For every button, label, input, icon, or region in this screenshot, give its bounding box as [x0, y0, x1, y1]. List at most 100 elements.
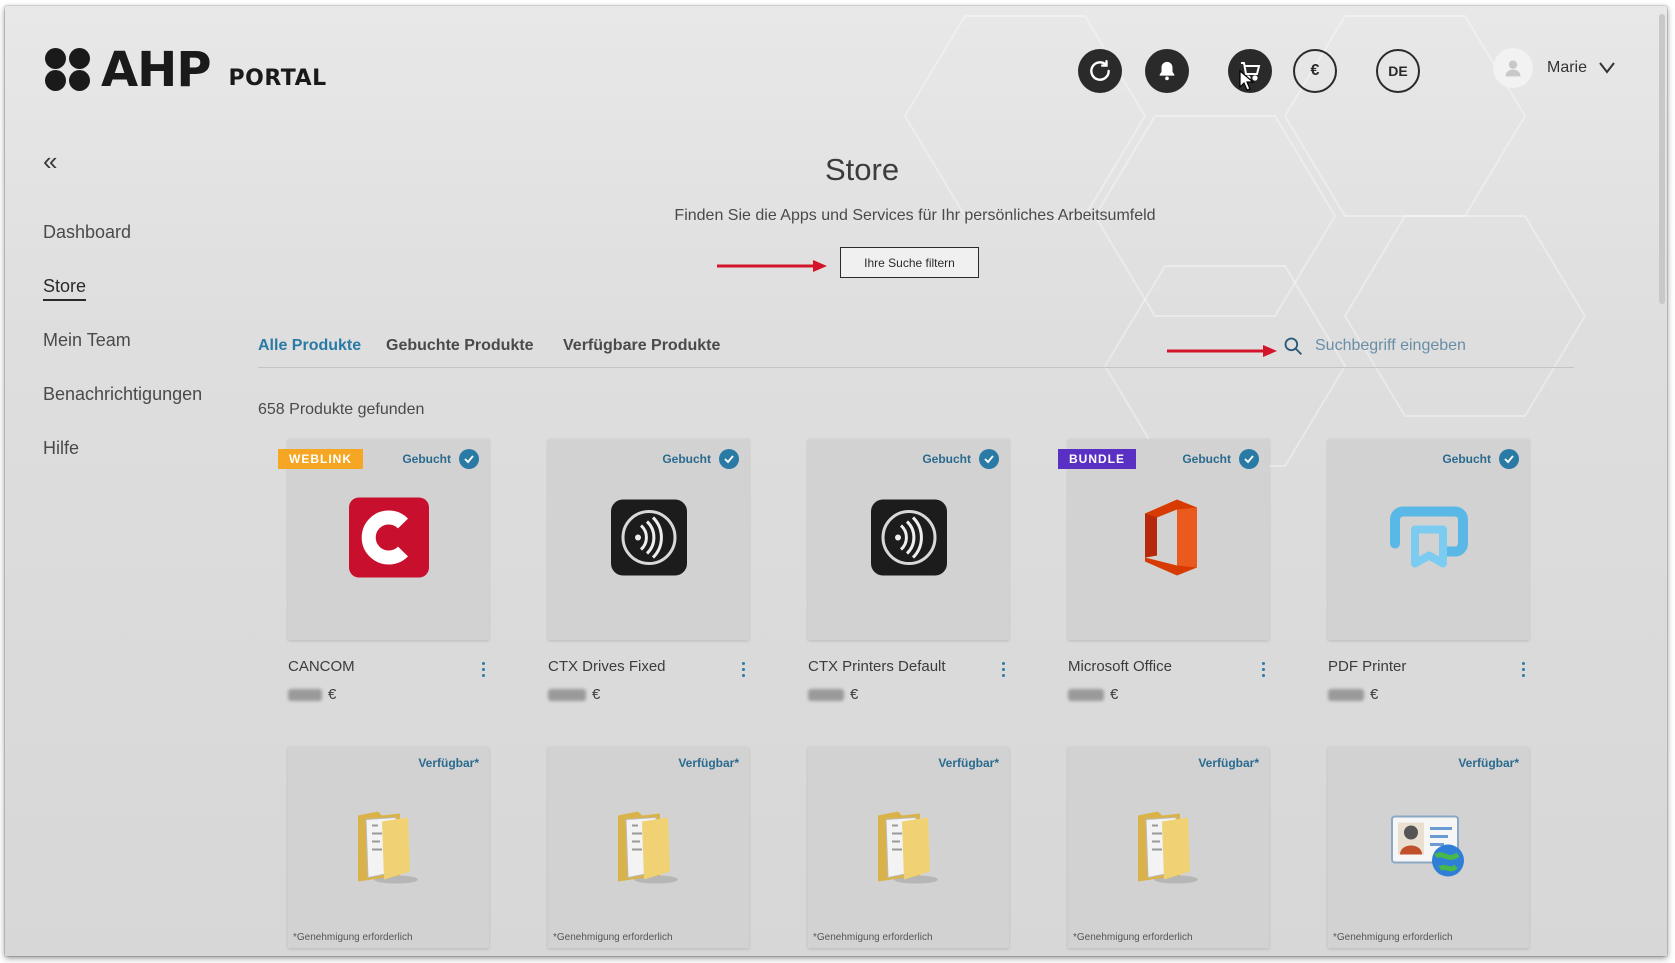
approval-note: *Genehmigung erforderlich — [1333, 932, 1453, 943]
product-options-button[interactable] — [473, 659, 493, 679]
product-card-ctx-printers-default[interactable]: Gebucht — [808, 439, 1009, 640]
check-icon — [979, 449, 999, 469]
product-card-microsoft-office[interactable]: BUNDLE Gebucht — [1058, 439, 1269, 640]
chevron-down-icon — [1599, 62, 1615, 74]
status-badge: Verfügbar* — [678, 756, 739, 770]
user-menu[interactable]: Marie — [1493, 48, 1615, 88]
product-card-available[interactable]: Verfügbar* *Genehmigung erforderlich — [808, 747, 1009, 948]
cancom-logo-icon — [348, 497, 429, 582]
microsoft-office-icon — [1137, 497, 1201, 582]
sidebar-item-benachrichtigungen[interactable]: Benachrichtigungen — [43, 384, 202, 405]
blurred-price — [288, 688, 322, 701]
double-chevron-left-icon: « — [43, 146, 58, 176]
check-icon — [1499, 449, 1519, 469]
tab-gebuchte-produkte[interactable]: Gebuchte Produkte — [386, 337, 534, 355]
sidebar-item-store[interactable]: Store — [43, 276, 87, 301]
product-price: € — [1328, 686, 1378, 703]
bundle-badge: BUNDLE — [1058, 449, 1136, 469]
product-card-ctx-drives-fixed[interactable]: Gebucht — [548, 439, 749, 640]
language-button[interactable]: DE — [1376, 49, 1420, 93]
search-icon — [1284, 337, 1302, 355]
contact-card-globe-icon — [1388, 810, 1470, 885]
status-badge: Verfügbar* — [938, 756, 999, 770]
currency-button[interactable]: € — [1293, 49, 1337, 93]
red-arrow-icon — [1167, 345, 1277, 357]
approval-note: *Genehmigung erforderlich — [813, 932, 933, 943]
product-options-button[interactable] — [1253, 659, 1273, 679]
sidebar-item-mein-team[interactable]: Mein Team — [43, 330, 131, 351]
price-currency: € — [592, 686, 601, 703]
folder-icon — [872, 805, 946, 890]
status-label: Gebucht — [402, 452, 451, 466]
price-currency: € — [1110, 686, 1119, 703]
page-subtitle: Finden Sie die Apps und Services für Ihr… — [674, 207, 1156, 224]
sidebar-item-dashboard[interactable]: Dashboard — [43, 222, 131, 243]
nfc-reader-icon — [870, 499, 947, 580]
status-label: Gebucht — [1182, 452, 1231, 466]
red-arrow-icon — [717, 260, 827, 272]
status-badge: Gebucht — [662, 449, 739, 469]
tab-verfuegbare-produkte[interactable]: Verfügbare Produkte — [563, 337, 720, 355]
logo-subtitle: PORTAL — [228, 66, 327, 91]
status-badge: Verfügbar* — [1458, 756, 1519, 770]
price-currency: € — [328, 686, 337, 703]
currency-label: € — [1310, 62, 1320, 79]
product-options-button[interactable] — [733, 659, 753, 679]
approval-note: *Genehmigung erforderlich — [1073, 932, 1193, 943]
user-icon — [1505, 60, 1521, 77]
product-card-cancom[interactable]: WEBLINK Gebucht — [278, 439, 489, 640]
folder-icon — [352, 805, 426, 890]
search-input[interactable]: Suchbegriff eingeben — [1283, 336, 1466, 356]
nfc-reader-icon — [610, 499, 687, 580]
check-icon — [719, 449, 739, 469]
product-options-button[interactable] — [993, 659, 1013, 679]
notifications-button[interactable] — [1145, 49, 1189, 93]
avatar — [1493, 48, 1533, 88]
price-currency: € — [1370, 686, 1379, 703]
tab-alle-produkte[interactable]: Alle Produkte — [258, 337, 361, 355]
mouse-cursor-icon — [1239, 70, 1255, 91]
status-badge: Gebucht — [922, 449, 999, 469]
product-card-available[interactable]: Verfügbar* *Genehmigung erforderlich — [288, 747, 489, 948]
status-label: Gebucht — [662, 452, 711, 466]
product-card-available[interactable]: Verfügbar* *Genehmigung erforderlich — [1328, 747, 1529, 948]
status-badge: Gebucht — [402, 449, 479, 469]
user-name: Marie — [1547, 59, 1588, 76]
folder-icon — [612, 805, 686, 890]
pdf-printer-icon — [1389, 499, 1469, 580]
blurred-price — [808, 688, 844, 701]
filter-search-button[interactable]: Ihre Suche filtern — [840, 247, 979, 278]
tabs-divider — [258, 367, 1574, 368]
page-title: Store — [825, 152, 900, 187]
check-icon — [1239, 449, 1259, 469]
language-label: DE — [1388, 63, 1408, 79]
status-badge: Gebucht — [1182, 449, 1259, 469]
approval-note: *Genehmigung erforderlich — [553, 932, 673, 943]
weblink-badge: WEBLINK — [278, 449, 363, 469]
refresh-button[interactable] — [1078, 49, 1122, 93]
refresh-icon — [1090, 60, 1110, 81]
product-card-available[interactable]: Verfügbar* *Genehmigung erforderlich — [1068, 747, 1269, 948]
product-name: Microsoft Office — [1068, 658, 1172, 675]
logo-dots-icon — [45, 48, 95, 92]
ahp-portal-logo[interactable]: AHP PORTAL — [45, 46, 327, 94]
status-label: Gebucht — [922, 452, 971, 466]
product-card-pdf-printer[interactable]: Gebucht — [1328, 439, 1529, 640]
product-name: CTX Printers Default — [808, 658, 946, 675]
product-card-available[interactable]: Verfügbar* *Genehmigung erforderlich — [548, 747, 749, 948]
status-badge: Verfügbar* — [1198, 756, 1259, 770]
check-icon — [459, 449, 479, 469]
approval-note: *Genehmigung erforderlich — [293, 932, 413, 943]
result-count: 658 Produkte gefunden — [258, 401, 425, 418]
status-label: Gebucht — [1442, 452, 1491, 466]
product-name: CTX Drives Fixed — [548, 658, 666, 675]
scrollbar[interactable] — [1659, 14, 1665, 304]
product-name: CANCOM — [288, 658, 355, 675]
collapse-sidebar-button[interactable]: « — [43, 146, 57, 177]
product-options-button[interactable] — [1513, 659, 1533, 679]
folder-icon — [1132, 805, 1206, 890]
sidebar-item-hilfe[interactable]: Hilfe — [43, 438, 79, 459]
product-name: PDF Printer — [1328, 658, 1407, 675]
search-placeholder: Suchbegriff eingeben — [1315, 337, 1466, 354]
blurred-price — [1068, 688, 1104, 701]
